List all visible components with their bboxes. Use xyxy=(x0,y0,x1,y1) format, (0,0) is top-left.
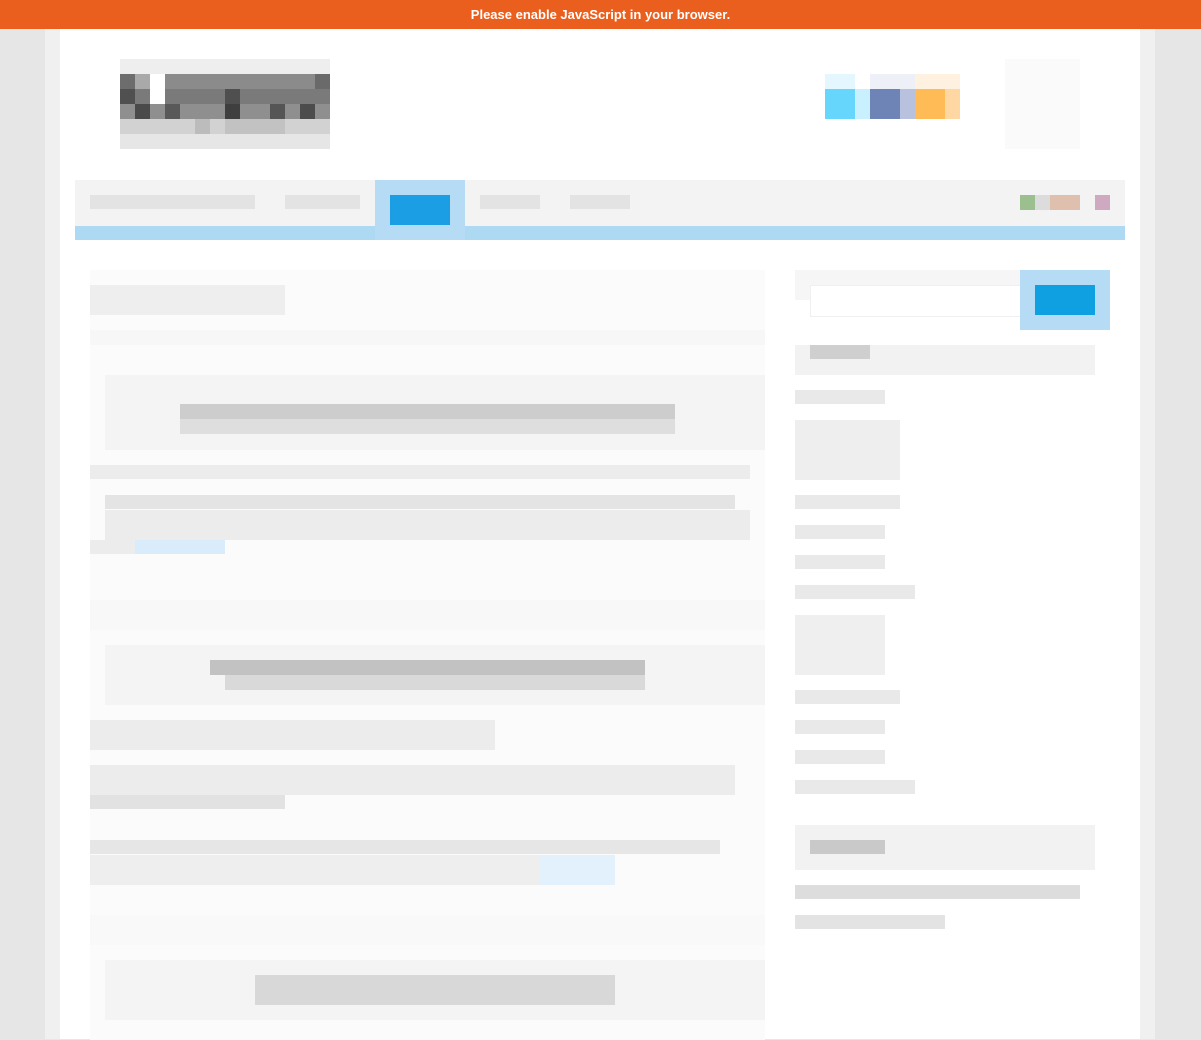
post-excerpt-line xyxy=(90,795,285,809)
sidebar-link[interactable] xyxy=(795,720,885,734)
divider xyxy=(90,600,765,630)
post-excerpt-line xyxy=(105,510,750,540)
nav-item-5[interactable] xyxy=(570,195,630,209)
sidebar-link[interactable] xyxy=(795,615,885,675)
post-excerpt-line xyxy=(90,855,540,885)
nav-item-4[interactable] xyxy=(480,195,540,209)
sidebar-link[interactable] xyxy=(795,555,885,569)
nav-social-icon[interactable] xyxy=(1035,195,1050,210)
sidebar-link[interactable] xyxy=(795,525,885,539)
post-excerpt-line xyxy=(90,540,135,554)
sidebar-link[interactable] xyxy=(795,390,885,404)
post-title-line2[interactable] xyxy=(180,419,675,434)
site-logo[interactable] xyxy=(120,59,330,149)
divider xyxy=(90,330,765,345)
sidebar-link[interactable] xyxy=(795,780,915,794)
post-title[interactable] xyxy=(210,660,645,675)
right-frame-strip xyxy=(1140,29,1155,1039)
post-title-line2[interactable] xyxy=(225,675,645,690)
left-frame-strip xyxy=(45,29,60,1039)
nav-social-icon[interactable] xyxy=(1095,195,1110,210)
nav-item-home[interactable] xyxy=(90,195,255,209)
page-container xyxy=(60,29,1140,1040)
search-icon xyxy=(1035,285,1095,315)
search-input[interactable] xyxy=(810,285,1022,317)
header-decoration xyxy=(1005,59,1080,149)
post-excerpt-line xyxy=(90,465,750,479)
sidebar-link[interactable] xyxy=(795,420,900,480)
post-title[interactable] xyxy=(255,975,615,1005)
post-title[interactable] xyxy=(180,404,675,419)
widget-text-line xyxy=(795,885,1080,899)
divider xyxy=(90,915,765,945)
nav-underline xyxy=(75,226,1125,240)
nav-item-active-label xyxy=(390,195,450,225)
page-heading xyxy=(90,285,285,315)
nav-social-icon[interactable] xyxy=(1050,195,1080,210)
widget-title xyxy=(810,345,870,359)
sidebar-link[interactable] xyxy=(795,495,900,509)
post-excerpt-line xyxy=(90,765,735,795)
read-more-link[interactable] xyxy=(135,540,225,554)
sidebar-link[interactable] xyxy=(795,750,885,764)
post-excerpt-line xyxy=(90,720,495,750)
social-links xyxy=(825,74,960,119)
nav-item-2[interactable] xyxy=(285,195,360,209)
widget-text-line xyxy=(795,915,945,929)
widget-title xyxy=(810,840,885,854)
nav-social-icon[interactable] xyxy=(1020,195,1035,210)
sidebar-link[interactable] xyxy=(795,690,900,704)
javascript-warning-banner: Please enable JavaScript in your browser… xyxy=(0,0,1201,29)
read-more-link[interactable] xyxy=(540,855,615,885)
post-excerpt-line xyxy=(105,495,735,509)
post-excerpt-line xyxy=(90,840,720,854)
sidebar-link[interactable] xyxy=(795,585,915,599)
